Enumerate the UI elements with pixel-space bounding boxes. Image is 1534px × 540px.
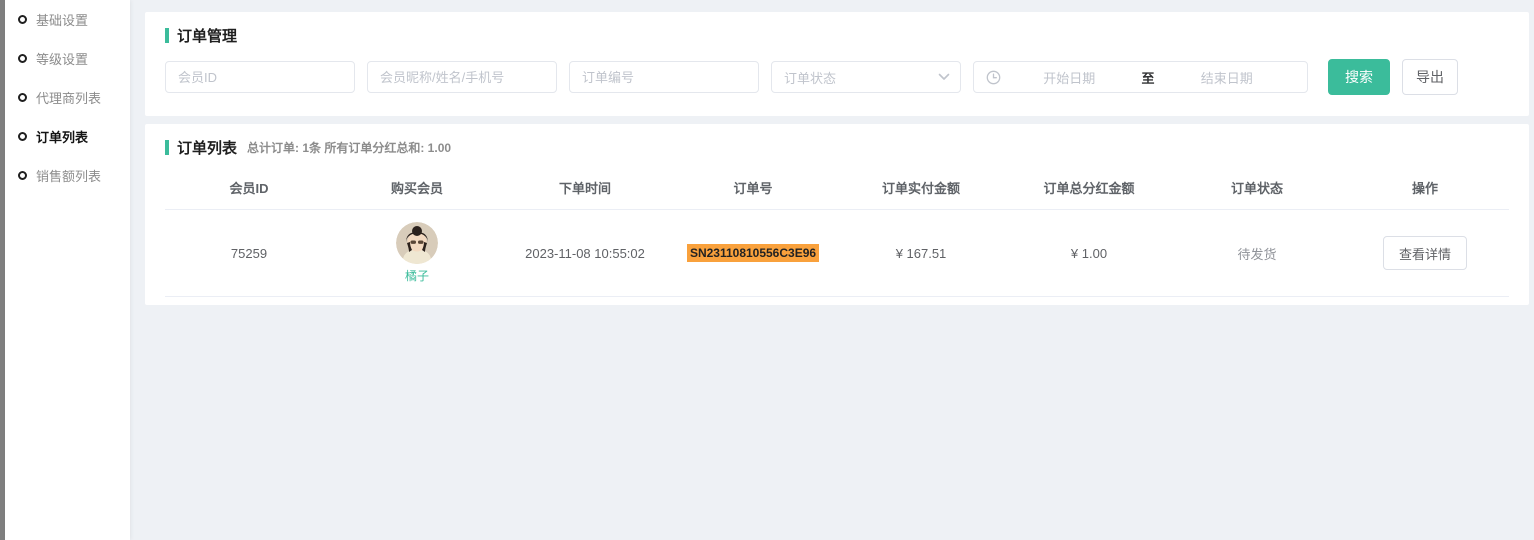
sidebar-item-order-list[interactable]: 订单列表	[5, 117, 130, 156]
col-header-order-number: 订单号	[669, 178, 837, 197]
col-header-order-time: 下单时间	[501, 178, 669, 197]
order-summary: 总计订单: 1条 所有订单分红总和: 1.00	[247, 139, 451, 156]
circle-bullet-icon	[18, 54, 27, 63]
buyer-name: 橘子	[405, 267, 429, 284]
date-range-picker[interactable]: 开始日期 至 结束日期	[973, 61, 1308, 93]
cell-order-number: SN23110810556C3E96	[669, 244, 837, 262]
col-header-buyer: 购买会员	[333, 178, 501, 197]
end-date-field[interactable]: 结束日期	[1159, 68, 1296, 87]
list-panel-header: 订单列表 总计订单: 1条 所有订单分红总和: 1.00	[165, 137, 1509, 158]
date-range-separator: 至	[1138, 68, 1159, 87]
cell-member-id: 75259	[165, 246, 333, 261]
circle-bullet-icon	[18, 93, 27, 102]
chevron-down-icon	[938, 73, 950, 81]
col-header-member-id: 会员ID	[165, 178, 333, 197]
circle-bullet-icon	[18, 15, 27, 24]
cell-paid-amount: ¥ 167.51	[837, 246, 1005, 261]
circle-bullet-icon	[18, 171, 27, 180]
start-date-field[interactable]: 开始日期	[1001, 68, 1138, 87]
sidebar-item-label: 代理商列表	[36, 88, 101, 107]
table-row: 75259	[165, 210, 1509, 297]
col-header-actions: 操作	[1341, 178, 1509, 197]
sidebar: 基础设置 等级设置 代理商列表 订单列表 销售额列表	[5, 0, 130, 540]
clock-icon	[986, 70, 1001, 85]
list-title: 订单列表	[177, 137, 237, 158]
cell-actions: 查看详情	[1341, 236, 1509, 270]
view-details-button[interactable]: 查看详情	[1383, 236, 1467, 270]
col-header-order-status: 订单状态	[1173, 178, 1341, 197]
table-header-row: 会员ID 购买会员 下单时间 订单号 订单实付金额 订单总分红金额 订单状态 操…	[165, 166, 1509, 210]
sidebar-item-agent-list[interactable]: 代理商列表	[5, 78, 130, 117]
cell-dividend-amount: ¥ 1.00	[1005, 246, 1173, 261]
sidebar-item-level-settings[interactable]: 等级设置	[5, 39, 130, 78]
member-id-input[interactable]	[165, 61, 355, 93]
app-root: 基础设置 等级设置 代理商列表 订单列表 销售额列表 订单管理	[0, 0, 1534, 540]
buyer-avatar[interactable]	[396, 222, 438, 264]
search-button[interactable]: 搜索	[1328, 59, 1390, 95]
orders-table: 会员ID 购买会员 下单时间 订单号 订单实付金额 订单总分红金额 订单状态 操…	[165, 166, 1509, 297]
order-status-placeholder: 订单状态	[784, 68, 836, 87]
cell-order-status: 待发货	[1173, 244, 1341, 263]
sidebar-item-label: 等级设置	[36, 49, 88, 68]
sidebar-item-sales-list[interactable]: 销售额列表	[5, 156, 130, 195]
order-number-input[interactable]	[569, 61, 759, 93]
order-number-highlight: SN23110810556C3E96	[687, 244, 819, 262]
member-info-input[interactable]	[367, 61, 557, 93]
sidebar-item-label: 订单列表	[36, 127, 88, 146]
title-accent-bar	[165, 140, 169, 155]
cell-buyer: 橘子	[333, 222, 501, 284]
order-list-panel: 订单列表 总计订单: 1条 所有订单分红总和: 1.00 会员ID 购买会员 下…	[145, 124, 1529, 305]
col-header-dividend-amount: 订单总分红金额	[1005, 178, 1173, 197]
export-button[interactable]: 导出	[1402, 59, 1458, 95]
sidebar-item-label: 基础设置	[36, 10, 88, 29]
cell-order-time: 2023-11-08 10:55:02	[501, 246, 669, 261]
main-content: 订单管理 订单状态 开始日期 至 结束日期	[130, 0, 1534, 540]
sidebar-item-basic-settings[interactable]: 基础设置	[5, 0, 130, 39]
page-title: 订单管理	[177, 25, 237, 46]
title-accent-bar	[165, 28, 169, 43]
sidebar-item-label: 销售额列表	[36, 166, 101, 185]
order-status-select[interactable]: 订单状态	[771, 61, 961, 93]
col-header-paid-amount: 订单实付金额	[837, 178, 1005, 197]
filter-panel-header: 订单管理	[165, 25, 1509, 46]
order-filter-panel: 订单管理 订单状态 开始日期 至 结束日期	[145, 12, 1529, 116]
filter-row: 订单状态 开始日期 至 结束日期 搜索 导出	[165, 59, 1509, 95]
circle-bullet-icon	[18, 132, 27, 141]
